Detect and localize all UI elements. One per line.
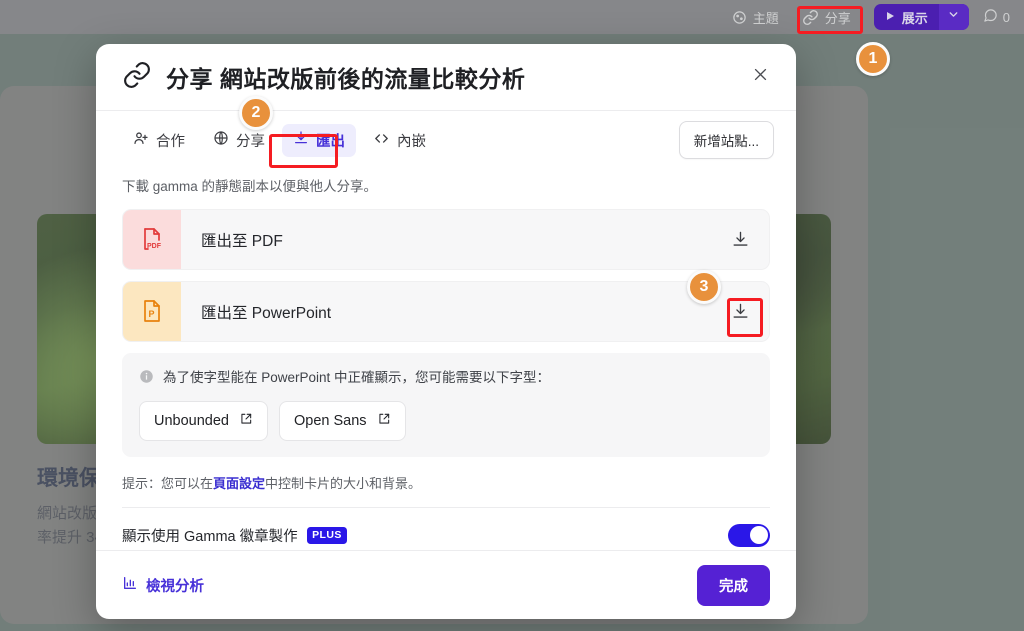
export-subtitle: 下載 gamma 的靜態副本以便與他人分享。: [122, 179, 378, 194]
export-row-powerpoint[interactable]: P 匯出至 PowerPoint: [122, 281, 770, 342]
code-icon: [373, 130, 390, 151]
font-chip-unbounded[interactable]: Unbounded: [139, 401, 268, 441]
user-plus-icon: [133, 130, 149, 150]
tip-prefix: 提示：您可以在: [122, 476, 214, 491]
ppt-file-icon: P: [123, 282, 181, 341]
export-row-powerpoint-label: 匯出至 PowerPoint: [201, 304, 332, 322]
close-icon: [752, 66, 769, 88]
info-icon: [139, 369, 154, 389]
globe-icon: [213, 130, 229, 150]
tip-line: 提示：您可以在頁面設定中控制卡片的大小和背景。: [122, 473, 770, 492]
font-notice: 為了使字型能在 PowerPoint 中正確顯示，您可能需要以下字型： Unbo…: [122, 353, 770, 457]
tab-share[interactable]: 分享: [202, 124, 276, 157]
external-link-icon: [377, 412, 391, 430]
close-button[interactable]: [746, 63, 774, 91]
chevron-down-icon: [947, 8, 960, 26]
link-icon: [802, 9, 819, 26]
palette-icon: [732, 10, 747, 25]
modal-body: 下載 gamma 的靜態副本以便與他人分享。 PDF 匯出至 PDF P 匯出至…: [96, 169, 796, 550]
plus-badge: PLUS: [306, 526, 348, 544]
view-analytics-label: 檢視分析: [146, 578, 204, 595]
toggle-knob: [749, 526, 768, 544]
modal-footer: 檢視分析 完成: [96, 551, 796, 619]
modal-tabs: 合作 分享 匯出 內嵌: [122, 123, 679, 157]
bar-chart-icon: [122, 575, 138, 595]
theme-label: 主題: [752, 10, 779, 26]
font-chips: Unbounded Open Sans: [139, 401, 753, 441]
modal-header: 分享 網站改版前後的流量比較分析: [96, 44, 796, 110]
svg-text:P: P: [149, 309, 155, 319]
theme-button[interactable]: 主題: [732, 8, 779, 27]
export-row-pdf[interactable]: PDF 匯出至 PDF: [122, 209, 770, 270]
gamma-badge-toggle-label: 顯示使用 Gamma 徽章製作: [122, 528, 298, 545]
comment-button[interactable]: 0: [983, 8, 1010, 26]
font-notice-text: 為了使字型能在 PowerPoint 中正確顯示，您可能需要以下字型：: [163, 370, 551, 385]
font-chip-open-sans[interactable]: Open Sans: [279, 401, 406, 441]
present-main[interactable]: 展示: [874, 4, 939, 30]
comment-count: 0: [1002, 9, 1010, 25]
modal-title: 分享 網站改版前後的流量比較分析: [166, 66, 526, 92]
tab-export-label: 匯出: [316, 133, 345, 150]
view-analytics-button[interactable]: 檢視分析: [122, 575, 204, 596]
export-row-pdf-label: 匯出至 PDF: [201, 232, 283, 250]
font-chip-label: Open Sans: [294, 413, 367, 429]
tab-collaborate[interactable]: 合作: [122, 124, 196, 157]
link-icon: [122, 60, 152, 95]
play-icon: [884, 10, 896, 25]
download-icon[interactable]: [711, 210, 769, 269]
font-notice-top: 為了使字型能在 PowerPoint 中正確顯示，您可能需要以下字型：: [139, 368, 753, 389]
tab-share-label: 分享: [236, 133, 265, 150]
add-site-button[interactable]: 新增站點...: [678, 121, 774, 159]
external-link-icon: [239, 412, 253, 430]
app-topbar: 主題 分享 展示 0: [0, 0, 1024, 34]
gamma-badge-toggle-row: 顯示使用 Gamma 徽章製作 PLUS: [122, 508, 770, 550]
present-button[interactable]: 展示: [873, 4, 969, 30]
tab-embed-label: 內嵌: [397, 133, 426, 150]
modal-tabs-row: 合作 分享 匯出 內嵌 新增站點...: [96, 111, 796, 169]
present-label: 展示: [901, 10, 928, 26]
tab-collaborate-label: 合作: [156, 133, 185, 150]
font-chip-label: Unbounded: [154, 413, 229, 429]
page-settings-link[interactable]: 頁面設定: [213, 476, 265, 491]
present-dropdown-toggle[interactable]: [938, 4, 969, 30]
tab-embed[interactable]: 內嵌: [362, 124, 437, 157]
gamma-badge-toggle[interactable]: [728, 523, 770, 547]
tab-export[interactable]: 匯出: [282, 123, 356, 157]
download-icon: [293, 130, 309, 150]
share-modal: 分享 網站改版前後的流量比較分析 合作 分享 匯出 內嵌 新增站點... 下載 …: [96, 44, 796, 619]
tip-suffix: 中控制卡片的大小和背景。: [265, 476, 422, 491]
share-button[interactable]: 分享: [793, 5, 860, 30]
annotation-badge-1: 1: [856, 42, 890, 76]
done-button[interactable]: 完成: [697, 564, 770, 606]
annotation-badge-2: 2: [239, 96, 273, 130]
annotation-badge-3: 3: [687, 270, 721, 304]
modal-title-wrap: 分享 網站改版前後的流量比較分析: [122, 60, 746, 95]
share-label: 分享: [824, 10, 851, 26]
pdf-file-icon: PDF: [123, 210, 181, 269]
svg-text:PDF: PDF: [147, 243, 162, 250]
comment-icon: [983, 8, 998, 26]
